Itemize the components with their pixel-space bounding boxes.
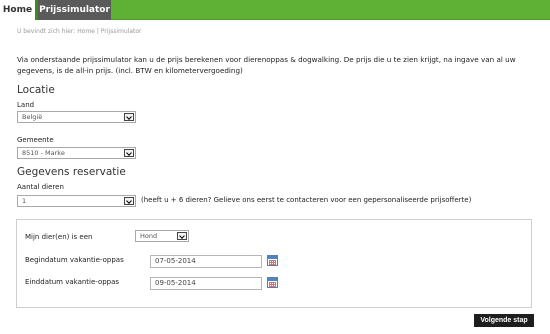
calendar-icon[interactable] [267, 255, 278, 266]
animal-type-select[interactable]: Hond [135, 230, 189, 242]
calendar-grid [269, 260, 276, 265]
calendar-icon[interactable] [267, 277, 278, 288]
start-date-label: Begindatum vakantie-oppas [25, 256, 124, 264]
breadcrumb-current: Prijssimulator [100, 28, 142, 35]
municipality-select-value: 8510 - Marke [22, 149, 65, 157]
reservation-heading: Gegevens reservatie [17, 166, 126, 178]
intro-text: Via onderstaande prijssimulator kan u de… [17, 55, 516, 75]
top-navigation: Home Prijssimulator [0, 0, 550, 20]
nav-prijssimulator-tab[interactable]: Prijssimulator [38, 0, 111, 20]
country-select-value: België [22, 113, 43, 121]
breadcrumb: U bevindt zich hier: Home | Prijssimulat… [17, 28, 142, 35]
municipality-label: Gemeente [17, 136, 54, 144]
animal-count-label: Aantal dieren [17, 183, 64, 191]
end-date-label: Einddatum vakantie-oppas [25, 278, 120, 286]
animal-count-select[interactable]: 1 [17, 195, 136, 207]
reservation-details-panel: Mijn dier(en) is een Hond Begindatum vak… [16, 219, 532, 308]
animal-count-select-value: 1 [22, 197, 27, 205]
calendar-header [268, 278, 277, 281]
breadcrumb-home-link[interactable]: Home [77, 28, 95, 35]
nav-home-tab[interactable]: Home [0, 0, 35, 20]
chevron-down-icon [124, 197, 134, 205]
animal-count-note: (heeft u + 6 dieren? Gelieve ons eerst t… [141, 196, 472, 204]
next-step-button[interactable]: Volgende stap [474, 314, 534, 327]
municipality-select[interactable]: 8510 - Marke [17, 147, 136, 159]
breadcrumb-prefix: U bevindt zich hier: [17, 28, 76, 35]
breadcrumb-separator: | [96, 28, 99, 35]
calendar-grid [269, 282, 276, 287]
location-heading: Locatie [17, 84, 55, 96]
chevron-down-icon [177, 232, 187, 240]
calendar-header [268, 256, 277, 259]
end-date-input[interactable]: 09-05-2014 [150, 277, 262, 290]
animal-type-select-value: Hond [140, 232, 158, 240]
country-label: Land [17, 101, 35, 109]
chevron-down-icon [124, 149, 134, 157]
animal-type-label: Mijn dier(en) is een [25, 233, 93, 241]
start-date-input[interactable]: 07-05-2014 [150, 255, 262, 268]
chevron-down-icon [124, 113, 134, 121]
country-select[interactable]: België [17, 111, 136, 123]
